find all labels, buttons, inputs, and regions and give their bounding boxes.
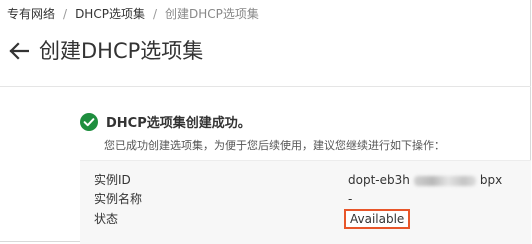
instance-id-value: dopt-eb3h bpx	[348, 171, 502, 189]
arrow-left-icon[interactable]	[8, 40, 30, 62]
status-badge: Available	[344, 209, 411, 229]
instance-name-row: 实例名称 -	[80, 190, 531, 208]
redacted-mask	[413, 175, 476, 186]
page-title: 创建DHCP选项集	[39, 39, 204, 63]
breadcrumb-item-current: 创建DHCP选项集	[165, 7, 259, 21]
breadcrumb-item-dhcp-options[interactable]: DHCP选项集	[75, 6, 145, 22]
status-row: 状态 Available	[80, 209, 531, 229]
page-header: 创建DHCP选项集	[8, 35, 203, 67]
success-message: DHCP选项集创建成功。	[80, 112, 251, 131]
breadcrumb: 专有网络 / DHCP选项集 / 创建DHCP选项集	[7, 6, 259, 22]
header-divider	[0, 86, 531, 87]
check-circle-icon	[80, 112, 98, 131]
breadcrumb-separator: /	[152, 7, 157, 21]
instance-id-row: 实例ID dopt-eb3h bpx	[80, 171, 531, 189]
instance-details-panel: 实例ID dopt-eb3h bpx 实例名称 - 状态 Available	[80, 160, 531, 244]
instance-id-label: 实例ID	[94, 173, 131, 187]
success-title: DHCP选项集创建成功。	[106, 116, 251, 131]
breadcrumb-separator: /	[63, 7, 68, 21]
breadcrumb-item-vpc[interactable]: 专有网络	[7, 6, 55, 22]
instance-id-suffix: bpx	[479, 173, 503, 187]
success-description: 您已成功创建选项集，为便于您后续使用，建议您继续进行如下操作：	[104, 139, 445, 152]
status-label: 状态	[94, 212, 119, 226]
instance-name-value: -	[348, 192, 353, 206]
instance-name-label: 实例名称	[94, 192, 143, 206]
instance-id-prefix: dopt-eb3h	[348, 173, 410, 187]
